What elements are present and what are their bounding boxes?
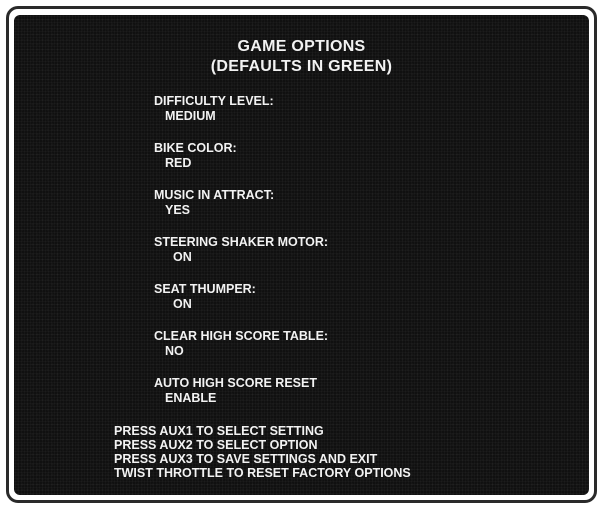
title-line-2: (DEFAULTS IN GREEN) xyxy=(210,58,393,75)
option-music-in-attract[interactable]: MUSIC IN ATTRACT: YES xyxy=(154,188,328,235)
option-clear-high-score-table[interactable]: CLEAR HIGH SCORE TABLE: NO xyxy=(154,329,328,376)
option-value: RED xyxy=(165,156,192,170)
option-value: NO xyxy=(165,344,184,358)
option-label: DIFFICULTY LEVEL: xyxy=(154,94,274,108)
option-label: SEAT THUMPER: xyxy=(154,282,256,296)
option-auto-high-score-reset[interactable]: AUTO HIGH SCORE RESET ENABLE xyxy=(154,376,328,423)
title-line-1: GAME OPTIONS xyxy=(237,38,366,55)
option-label: BIKE COLOR: xyxy=(154,141,237,155)
option-value: ON xyxy=(173,297,192,311)
option-steering-shaker-motor[interactable]: STEERING SHAKER MOTOR: ON xyxy=(154,235,328,282)
game-options-screen: GAME OPTIONS (DEFAULTS IN GREEN) DIFFICU… xyxy=(14,15,589,495)
option-label: MUSIC IN ATTRACT: xyxy=(154,188,275,202)
option-bike-color[interactable]: BIKE COLOR: RED xyxy=(154,141,328,188)
instruction-line: PRESS AUX3 TO SAVE SETTINGS AND EXIT xyxy=(114,452,378,466)
instruction-line: PRESS AUX2 TO SELECT OPTION xyxy=(114,438,318,452)
option-value: ENABLE xyxy=(165,391,217,405)
option-label: CLEAR HIGH SCORE TABLE: xyxy=(154,329,329,343)
option-seat-thumper[interactable]: SEAT THUMPER: ON xyxy=(154,282,328,329)
option-value: YES xyxy=(165,203,191,217)
option-value: MEDIUM xyxy=(165,109,216,123)
option-value: ON xyxy=(173,250,192,264)
instruction-line: PRESS AUX1 TO SELECT SETTING xyxy=(114,424,324,438)
options-list: DIFFICULTY LEVEL: MEDIUM BIKE COLOR: RED… xyxy=(154,94,328,423)
instructions: PRESS AUX1 TO SELECT SETTING PRESS AUX2 … xyxy=(114,424,411,480)
option-label: AUTO HIGH SCORE RESET xyxy=(154,376,317,390)
instruction-line: TWIST THROTTLE TO RESET FACTORY OPTIONS xyxy=(114,466,411,480)
page-title: GAME OPTIONS (DEFAULTS IN GREEN) xyxy=(14,37,589,77)
option-label: STEERING SHAKER MOTOR: xyxy=(154,235,329,249)
option-difficulty-level[interactable]: DIFFICULTY LEVEL: MEDIUM xyxy=(154,94,328,141)
